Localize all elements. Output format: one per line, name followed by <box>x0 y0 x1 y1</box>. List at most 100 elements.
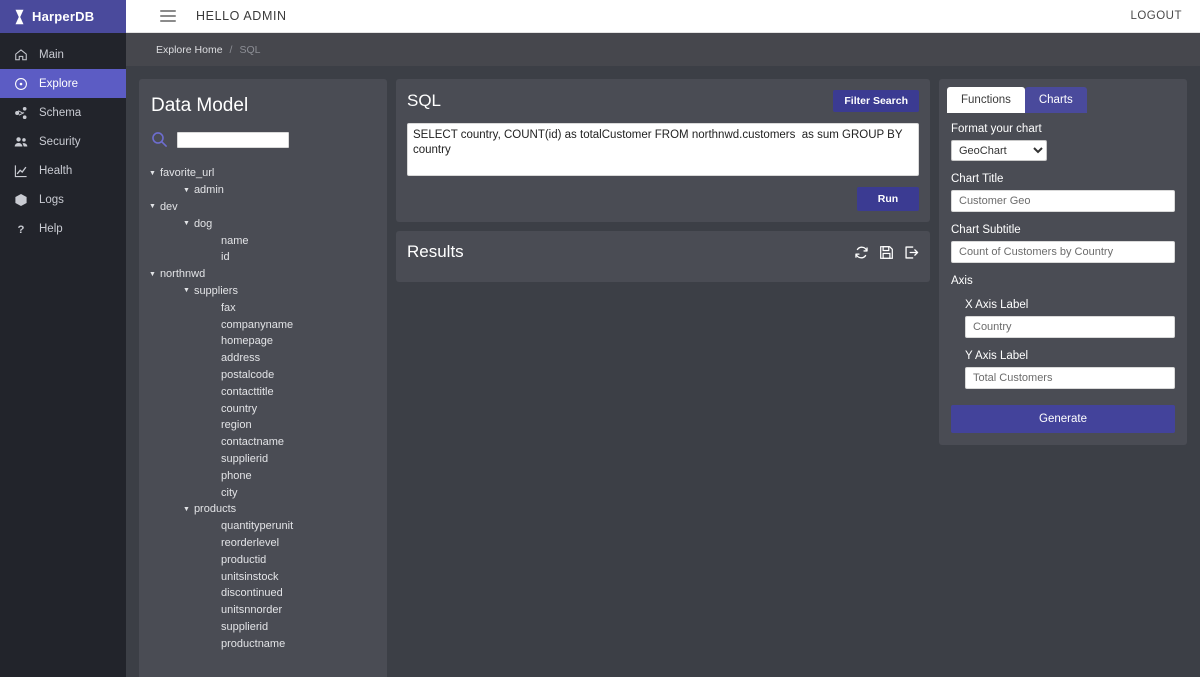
caret-down-icon[interactable]: ▼ <box>183 187 190 194</box>
harperdb-studio: HarperDB Main Explore Schema Security He… <box>0 0 1200 677</box>
tree-node-field[interactable]: phone <box>149 467 387 484</box>
tree-node-field[interactable]: supplierid <box>149 451 387 468</box>
tree-node-field[interactable]: country <box>149 400 387 417</box>
content-area: Data Model ▼ favorite_url ▼ admin ▼ dev ▼ dog na… <box>126 66 1200 677</box>
hourglass-logo-icon <box>14 9 25 25</box>
results-panel: Results <box>396 231 930 282</box>
caret-down-icon[interactable]: ▼ <box>183 506 190 513</box>
chart-line-icon <box>14 164 28 178</box>
tree-node-label: phone <box>221 469 252 482</box>
export-icon[interactable] <box>904 245 919 260</box>
tree-node-label: northnwd <box>159 268 206 281</box>
tree-node-field[interactable]: supplierid <box>149 619 387 636</box>
sidebar-item-label: Security <box>39 135 81 148</box>
tree-node-label: contactname <box>221 436 284 449</box>
caret-down-icon[interactable]: ▼ <box>149 203 156 210</box>
tree-node-expandable[interactable]: ▼ favorite_url <box>149 165 387 182</box>
sidebar-item-logs[interactable]: Logs <box>0 185 126 214</box>
compass-icon <box>14 77 28 91</box>
x-axis-input[interactable] <box>965 316 1175 338</box>
y-axis-label: Y Axis Label <box>965 350 1029 362</box>
logout-button[interactable]: LOGOUT <box>1130 10 1182 22</box>
search-icon[interactable] <box>151 131 168 148</box>
tree-node-expandable[interactable]: ▼ northnwd <box>149 266 387 283</box>
tree-node-field[interactable]: postalcode <box>149 367 387 384</box>
sidebar-item-health[interactable]: Health <box>0 156 126 185</box>
tree-node-expandable[interactable]: ▼ admin <box>149 182 387 199</box>
data-model-search-input[interactable] <box>177 131 289 148</box>
tab-charts[interactable]: Charts <box>1024 87 1087 113</box>
middle-column: SQL Filter Search Run Results <box>396 79 930 282</box>
tree-node-field[interactable]: city <box>149 484 387 501</box>
brand-logo-area[interactable]: HarperDB <box>0 0 126 33</box>
tree-node-label: suppliers <box>193 284 238 297</box>
tree-node-field[interactable]: fax <box>149 299 387 316</box>
tree-node-field[interactable]: productname <box>149 635 387 652</box>
tree-node-expandable[interactable]: ▼ dev <box>149 199 387 216</box>
top-bar: HELLO ADMIN LOGOUT <box>126 0 1200 33</box>
tree-node-field[interactable]: contacttitle <box>149 383 387 400</box>
tree-node-expandable[interactable]: ▼ dog <box>149 215 387 232</box>
run-button[interactable]: Run <box>857 187 919 211</box>
axis-fields: X Axis Label Y Axis Label <box>951 299 1175 389</box>
tree-node-expandable[interactable]: ▼ products <box>149 501 387 518</box>
sidebar-item-main[interactable]: Main <box>0 40 126 69</box>
tree-node-field[interactable]: unitsinstock <box>149 568 387 585</box>
tree-node-label: address <box>221 352 261 365</box>
greeting-text: HELLO ADMIN <box>196 9 287 23</box>
floppy-save-icon[interactable] <box>879 245 894 260</box>
tree-node-field[interactable]: quantityperunit <box>149 518 387 535</box>
sidebar-item-label: Health <box>39 164 73 177</box>
sidebar-item-schema[interactable]: Schema <box>0 98 126 127</box>
sidebar-item-help[interactable]: ? Help <box>0 214 126 243</box>
tree-node-field[interactable]: id <box>149 249 387 266</box>
data-model-tree: ▼ favorite_url ▼ admin ▼ dev ▼ dog name id ▼ northn… <box>139 165 387 652</box>
tab-functions[interactable]: Functions <box>947 87 1025 113</box>
refresh-icon[interactable] <box>854 245 869 260</box>
tree-node-field[interactable]: region <box>149 417 387 434</box>
sql-header: SQL Filter Search <box>407 90 919 112</box>
generate-button[interactable]: Generate <box>951 405 1175 433</box>
sql-query-input[interactable] <box>407 123 919 176</box>
sidebar-item-label: Main <box>39 48 64 61</box>
tree-node-label: productid <box>221 553 267 566</box>
sidebar-item-label: Schema <box>39 106 82 119</box>
tree-node-field[interactable]: companyname <box>149 316 387 333</box>
tree-node-field[interactable]: reorderlevel <box>149 535 387 552</box>
chart-subtitle-input[interactable] <box>951 241 1175 263</box>
sidebar-item-security[interactable]: Security <box>0 127 126 156</box>
caret-down-icon[interactable]: ▼ <box>149 170 156 177</box>
tree-node-field[interactable]: discontinued <box>149 585 387 602</box>
x-axis-label: X Axis Label <box>965 299 1029 311</box>
tree-node-label: products <box>193 503 237 516</box>
chart-title-input[interactable] <box>951 190 1175 212</box>
chart-title-label: Chart Title <box>951 173 1004 185</box>
breadcrumb-explore-home[interactable]: Explore Home <box>156 44 223 56</box>
tree-node-field[interactable]: homepage <box>149 333 387 350</box>
chart-format-select[interactable]: GeoChart <box>951 140 1047 161</box>
tree-node-label: id <box>221 251 230 264</box>
brand-name: HarperDB <box>32 9 95 24</box>
filter-search-button[interactable]: Filter Search <box>833 90 919 112</box>
breadcrumb-current-sql: SQL <box>239 43 261 56</box>
sidebar: HarperDB Main Explore Schema Security He… <box>0 0 126 677</box>
caret-down-icon[interactable]: ▼ <box>183 287 190 294</box>
data-model-search-row <box>139 131 387 148</box>
tree-node-label: unitsnnorder <box>221 604 283 617</box>
tree-node-field[interactable]: productid <box>149 551 387 568</box>
tree-node-label: reorderlevel <box>221 536 280 549</box>
tree-node-label: supplierid <box>221 620 269 633</box>
tree-node-label: admin <box>193 184 224 197</box>
caret-down-icon[interactable]: ▼ <box>183 220 190 227</box>
sidebar-item-explore[interactable]: Explore <box>0 69 126 98</box>
y-axis-input[interactable] <box>965 367 1175 389</box>
tree-node-label: favorite_url <box>159 167 215 180</box>
tree-node-field[interactable]: unitsnnorder <box>149 602 387 619</box>
hamburger-icon[interactable] <box>160 10 176 22</box>
tree-node-field[interactable]: name <box>149 232 387 249</box>
tree-node-field[interactable]: contactname <box>149 434 387 451</box>
caret-down-icon[interactable]: ▼ <box>149 271 156 278</box>
tree-node-field[interactable]: address <box>149 350 387 367</box>
results-title: Results <box>407 242 464 261</box>
tree-node-expandable[interactable]: ▼ suppliers <box>149 283 387 300</box>
